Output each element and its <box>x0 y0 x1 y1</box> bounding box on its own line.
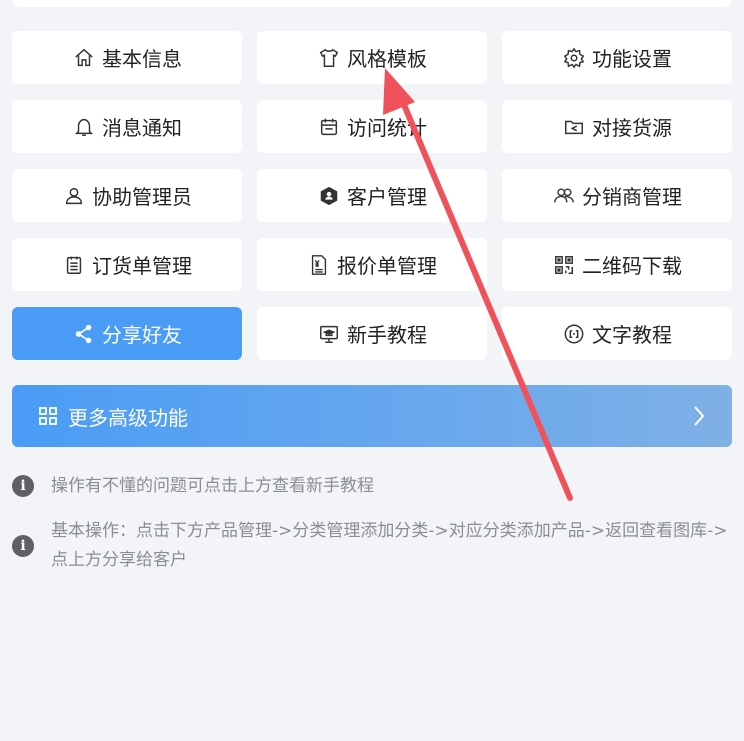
tile-label: 客户管理 <box>347 185 427 209</box>
more-advanced-features-label: 更多高级功能 <box>68 405 188 430</box>
monitor-graduate-icon <box>317 322 341 346</box>
share-icon <box>72 322 96 346</box>
grid-icon <box>38 406 58 426</box>
more-advanced-features-bar[interactable]: 更多高级功能 <box>12 385 732 447</box>
info-icon: i <box>12 535 34 557</box>
tile-basic-info[interactable]: 基本信息 <box>12 31 242 84</box>
tile-distributor-management[interactable]: 分销商管理 <box>502 169 732 222</box>
tile-supply-source[interactable]: 对接货源 <box>502 100 732 153</box>
tshirt-icon <box>317 46 341 70</box>
chevron-right-icon <box>694 406 705 426</box>
tile-label: 分享好友 <box>102 323 182 347</box>
info-icon: i <box>12 475 34 497</box>
tile-notifications[interactable]: 消息通知 <box>12 100 242 153</box>
tile-assistant-admin[interactable]: 协助管理员 <box>12 169 242 222</box>
gear-icon <box>562 46 586 70</box>
tip-row: i 基本操作：点击下方产品管理->分类管理添加分类->对应分类添加产品->返回查… <box>12 517 732 575</box>
clipboard-icon <box>62 253 86 277</box>
customer-hex-icon <box>317 184 341 208</box>
tile-label: 基本信息 <box>102 47 182 71</box>
tile-share-friends[interactable]: 分享好友 <box>12 307 242 360</box>
price-doc-icon <box>307 253 331 277</box>
user-icon <box>62 184 86 208</box>
tile-text-tutorial[interactable]: 文字教程 <box>502 307 732 360</box>
tile-customer-management[interactable]: 客户管理 <box>257 169 487 222</box>
tile-label: 消息通知 <box>102 116 182 140</box>
tile-visit-stats[interactable]: 访问统计 <box>257 100 487 153</box>
tile-label: 报价单管理 <box>337 254 437 278</box>
tile-label: 二维码下载 <box>582 254 682 278</box>
tile-label: 协助管理员 <box>92 185 192 209</box>
share-folder-icon <box>562 115 586 139</box>
tile-qrcode-download[interactable]: 二维码下载 <box>502 238 732 291</box>
qrcode-icon <box>552 253 576 277</box>
calendar-icon <box>317 115 341 139</box>
bell-icon <box>72 115 96 139</box>
tile-style-template[interactable]: 风格模板 <box>257 31 487 84</box>
home-icon <box>72 46 96 70</box>
tile-label: 文字教程 <box>592 323 672 347</box>
top-card <box>12 0 732 7</box>
tip-row: i 操作有不懂的问题可点击上方查看新手教程 <box>12 472 732 501</box>
text-circle-icon <box>562 322 586 346</box>
tile-label: 访问统计 <box>347 116 427 140</box>
tile-label: 分销商管理 <box>582 185 682 209</box>
tile-label: 功能设置 <box>592 47 672 71</box>
tile-label: 订货单管理 <box>92 254 192 278</box>
function-grid: 基本信息 风格模板 功能设置 消息通知 访问统计 对接货源 协助管理员 客户管理… <box>12 31 732 360</box>
tip-text: 操作有不懂的问题可点击上方查看新手教程 <box>51 476 374 496</box>
users-icon <box>552 184 576 208</box>
tile-feature-settings[interactable]: 功能设置 <box>502 31 732 84</box>
tile-quote-management[interactable]: 报价单管理 <box>257 238 487 291</box>
tile-label: 对接货源 <box>592 116 672 140</box>
tile-label: 风格模板 <box>347 47 427 71</box>
tile-order-management[interactable]: 订货单管理 <box>12 238 242 291</box>
tip-text: 基本操作：点击下方产品管理->分类管理添加分类->对应分类添加产品->返回查看图… <box>51 521 728 570</box>
tile-beginner-tutorial[interactable]: 新手教程 <box>257 307 487 360</box>
tile-label: 新手教程 <box>347 323 427 347</box>
